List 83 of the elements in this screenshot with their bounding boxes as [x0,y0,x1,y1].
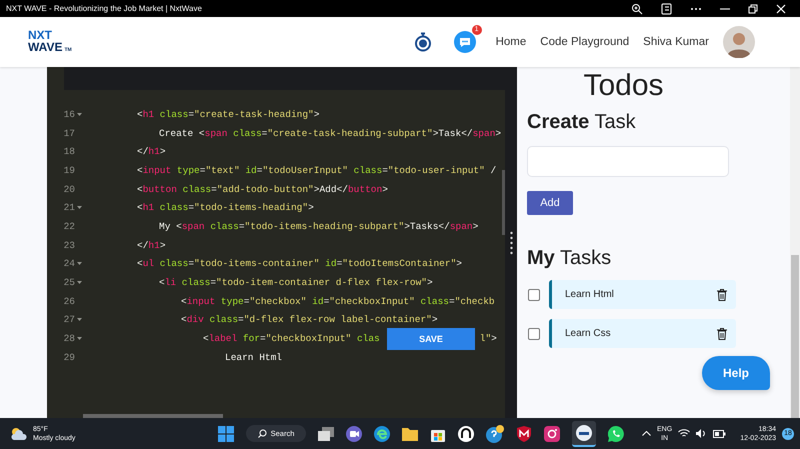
line-number: 18 [62,146,75,158]
line-number: 25 [62,277,75,288]
app-icon[interactable] [458,426,474,442]
section-heading: Create Task [527,111,636,134]
fold-icon[interactable] [76,337,82,340]
nav-link[interactable]: Code Playground [540,36,630,48]
code-line: <ul class="todo-items-container" id="todoItemsContainer"> [137,258,462,270]
page-heading: Todos [582,69,665,103]
delete-icon[interactable] [717,328,727,340]
window-title: NXT WAVE - Revolutionizing the Job Market | NxtWave [6,4,202,13]
code-line: Create <span class="create-task-heading-subpart">Task</span> [159,128,502,139]
close-icon[interactable] [776,4,786,14]
task-view-icon[interactable] [318,426,334,440]
scrollbar[interactable] [502,170,505,235]
code-line: <div class="d-flex flex-row label-container"> [181,314,438,326]
line-number: 24 [62,258,75,270]
code-line: <input type="text" id="todoUserInput" class="todo-user-input" / [137,164,496,176]
restore-icon[interactable] [748,4,758,14]
code-line: <label for="checkboxInput" clas [203,333,380,344]
line-number: 29 [62,352,75,363]
fold-icon[interactable] [76,318,82,322]
wifi-icon[interactable] [678,429,690,438]
code-editor[interactable] [47,67,505,418]
task-checkbox[interactable] [528,288,540,300]
chevron-up-icon[interactable] [642,431,652,436]
fold-icon[interactable] [76,281,82,284]
help-app-icon[interactable] [486,424,504,442]
code-line: My <span class="todo-items-heading-subpart">Tasks</span> [159,220,478,232]
line-number: 27 [62,314,75,326]
drag-handle-icon[interactable] [510,230,512,254]
fold-icon[interactable] [76,112,82,116]
battery-icon[interactable] [713,430,726,438]
start-icon[interactable] [218,426,234,442]
code-line: <input type="checkbox" id="checkboxInput" class="checkb [181,296,495,307]
weather-icon[interactable] [10,426,28,440]
line-number: 21 [62,202,75,214]
line-number: 23 [62,240,75,251]
video-call-icon[interactable] [346,426,362,442]
task-item[interactable]: Learn Html [549,280,736,309]
line-number: 26 [62,296,75,307]
line-number: 17 [62,128,75,139]
code-line: <li class="todo-item-container d-flex flex-row"> [159,277,433,288]
browser-icon[interactable] [374,426,390,442]
line-number: 19 [62,164,75,176]
code-line: Learn Html [225,352,282,363]
line-number: 20 [62,184,75,195]
line-number: 22 [62,220,75,232]
more-icon[interactable] [690,6,702,10]
task-input-field[interactable] [527,146,729,177]
task-checkbox[interactable] [528,328,540,340]
task-item[interactable]: Learn Css [549,319,736,348]
help-button[interactable]: Help [702,356,770,390]
nav-link[interactable]: Home [496,36,526,48]
camera-app-icon[interactable] [544,426,560,442]
chat-icon[interactable] [454,31,476,53]
fold-icon[interactable] [76,262,82,266]
zoom-icon[interactable] [631,2,643,14]
folder-icon[interactable] [402,426,418,440]
scrollbar[interactable] [790,67,800,418]
scrollbar[interactable] [83,414,223,418]
code-line: <button class="add-todo-button">Add</button> [137,184,388,195]
user-name[interactable]: Shiva Kumar [643,36,709,48]
active-app-icon[interactable] [576,424,592,440]
code-line: <h1 class="create-task-heading"> [137,108,320,120]
speaker-icon[interactable] [696,429,708,438]
delete-icon[interactable] [717,288,727,300]
code-line: l"> [480,333,497,344]
search-icon [258,429,267,438]
line-number: 28 [62,333,75,344]
app-view-icon[interactable] [661,2,672,14]
code-line: </h1> [137,146,166,158]
minimize-icon[interactable] [720,8,730,10]
code-line: <h1 class="todo-items-heading"> [137,202,314,214]
chat-app-icon[interactable] [608,426,624,442]
code-line: </h1> [137,240,166,251]
section-heading: My Tasks [527,247,612,270]
avatar[interactable] [723,26,755,58]
stopwatch-icon[interactable] [414,32,432,52]
fold-icon[interactable] [76,206,82,210]
shield-icon[interactable] [516,426,532,442]
save-button[interactable]: SAVE [387,328,475,350]
add-button[interactable]: Add [527,191,573,215]
line-number: 16 [62,108,75,120]
